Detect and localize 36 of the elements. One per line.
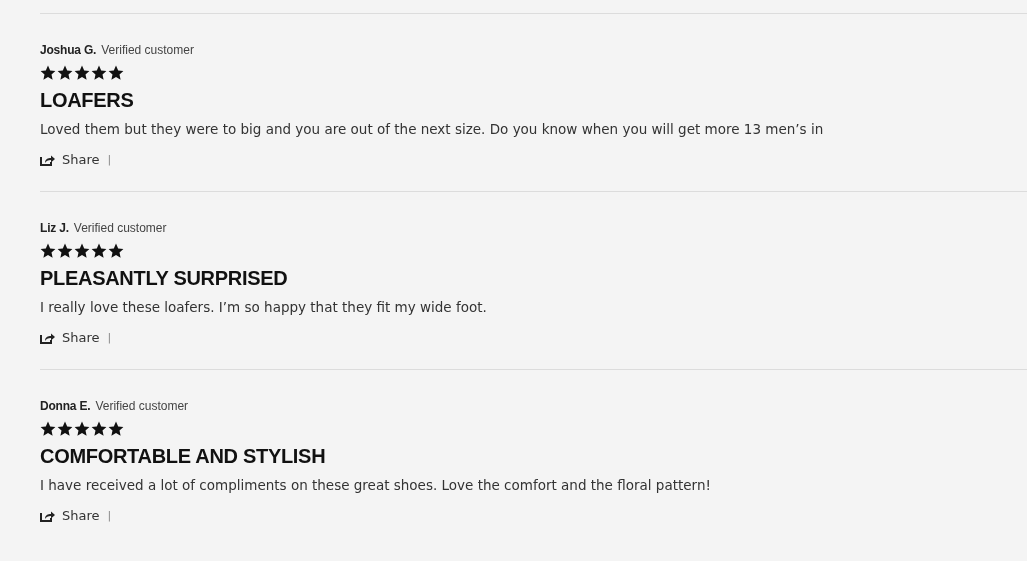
reviewer-name: Joshua G. <box>40 42 97 58</box>
star-icon <box>108 421 124 437</box>
star-icon <box>57 243 73 259</box>
verified-label: Verified customer <box>101 42 194 58</box>
verified-label: Verified customer <box>95 398 189 414</box>
star-icon <box>40 65 56 81</box>
reviewer-name: Donna E. <box>40 398 91 414</box>
share-icon <box>40 331 55 344</box>
star-icon <box>74 243 90 259</box>
share-button[interactable]: Share <box>40 330 100 345</box>
review-title: PLEASANTLY SURPRISED <box>40 266 289 290</box>
star-icon <box>91 421 107 437</box>
review-title: LOAFERS <box>40 88 135 112</box>
star-icon <box>108 65 124 81</box>
star-icon <box>57 421 73 437</box>
review-text: I really love these loafers. I’m so happy that they fit my wide foot. <box>40 298 488 316</box>
share-button[interactable]: Share <box>40 508 100 523</box>
star-icon <box>108 243 124 259</box>
star-icon <box>40 243 56 259</box>
separator: | <box>107 331 112 344</box>
review-title: COMFORTABLE AND STYLISH <box>40 444 327 468</box>
star-icon <box>74 65 90 81</box>
separator: | <box>107 153 112 166</box>
star-icon <box>40 421 56 437</box>
star-icon <box>91 243 107 259</box>
star-icon <box>91 65 107 81</box>
share-icon <box>40 509 55 522</box>
verified-label: Verified customer <box>73 220 167 236</box>
share-button[interactable]: Share <box>40 152 100 167</box>
star-icon <box>57 65 73 81</box>
share-icon <box>40 153 55 166</box>
reviewer-name: Liz J. <box>40 220 69 236</box>
review-text: Loved them but they were to big and you are out of the next size. Do you know when you will get more 13 men’s in <box>40 120 825 138</box>
review-text: I have received a lot of compliments on these great shoes. Love the comfort and the floral pattern! <box>40 476 712 494</box>
star-icon <box>74 421 90 437</box>
separator: | <box>107 509 112 522</box>
